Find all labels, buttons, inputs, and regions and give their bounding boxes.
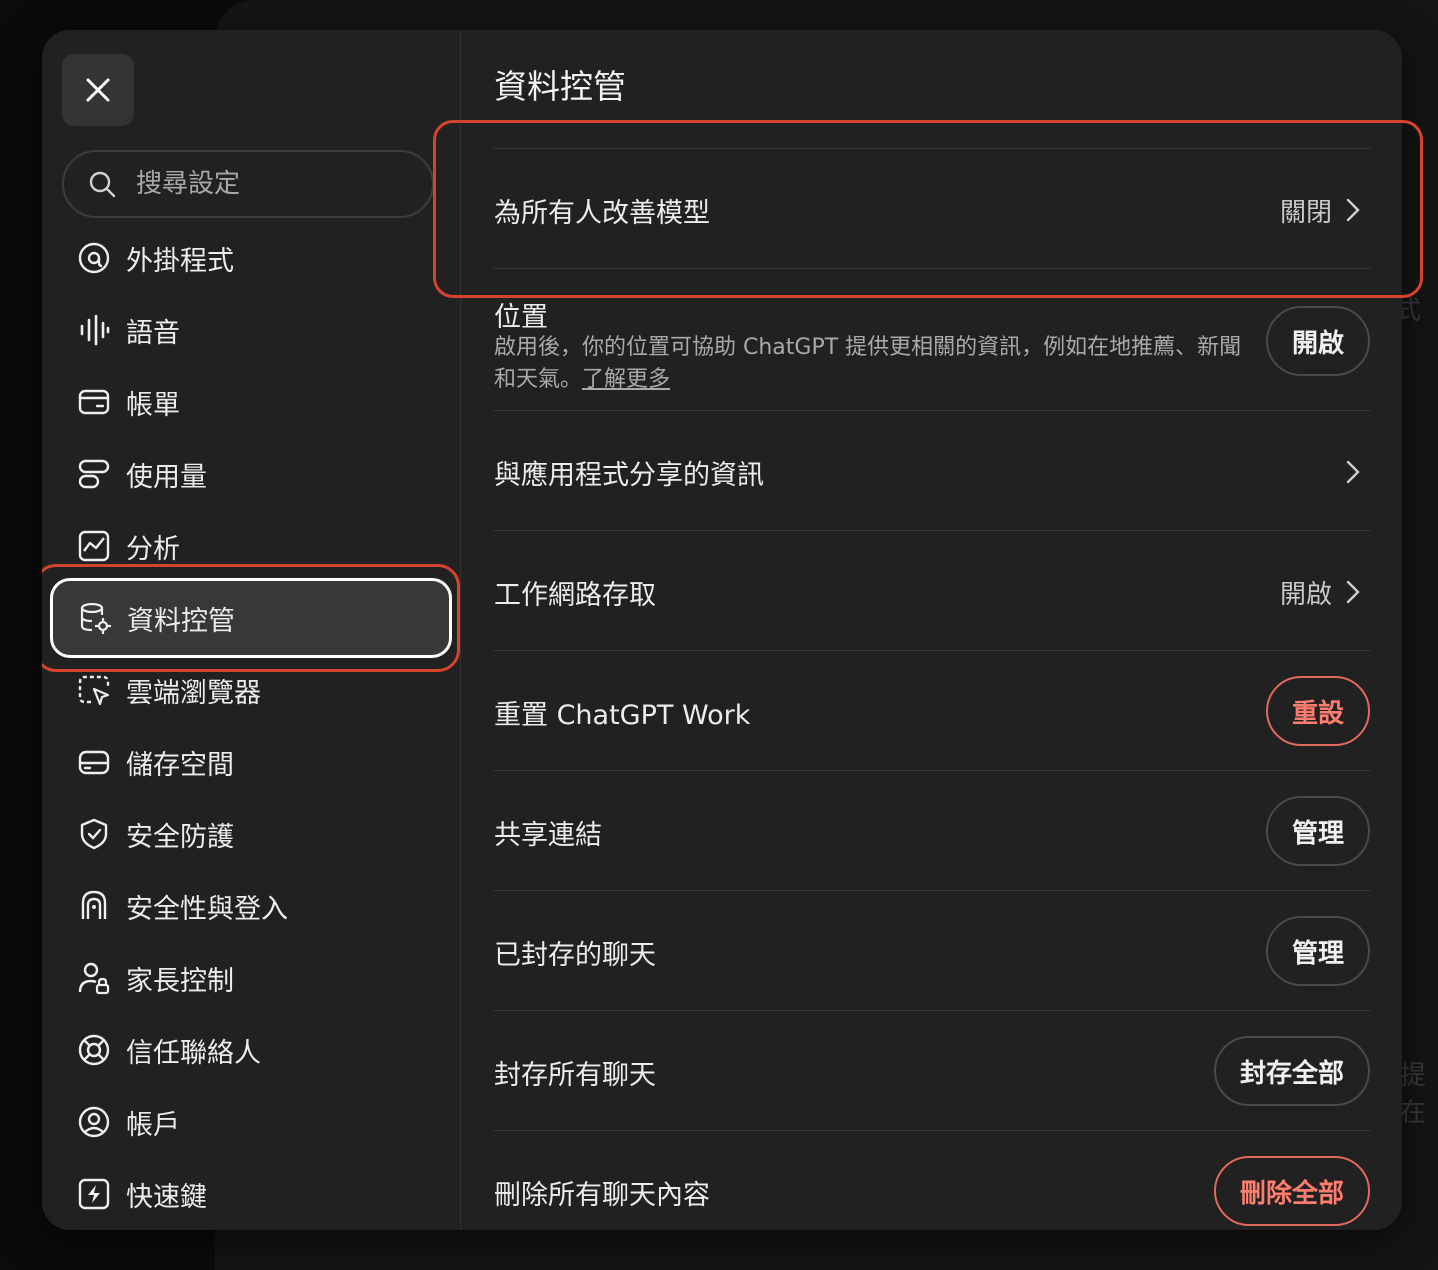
sidebar-item-shortcuts[interactable]: 快速鍵 — [52, 1158, 450, 1230]
app-sharing-row[interactable]: 與應用程式分享的資訊 — [494, 440, 1370, 504]
location-toggle-button[interactable]: 開啟 — [1265, 306, 1370, 376]
sidebar-item-cloud-browser[interactable]: 雲端瀏覽器 — [52, 654, 450, 726]
sidebar-item-label: 資料控管 — [127, 605, 235, 637]
sidebar-item-label: 帳單 — [126, 389, 180, 421]
divider — [494, 650, 1370, 651]
user-circle-icon — [76, 1104, 112, 1140]
sidebar-item-account[interactable]: 帳戶 — [52, 1086, 450, 1158]
sidebar-item-label: 語音 — [126, 317, 180, 349]
archived-chats-row: 已封存的聊天 — [494, 920, 1370, 984]
lock-face-icon — [76, 888, 112, 924]
sidebar-item-trusted-contacts[interactable]: 信任聯絡人 — [52, 1014, 450, 1086]
browser-cursor-icon — [76, 672, 112, 708]
search-icon — [89, 171, 116, 198]
learn-more-link[interactable]: 了解更多 — [582, 367, 670, 392]
divider — [494, 530, 1370, 531]
divider — [494, 148, 1370, 149]
sidebar-item-storage[interactable]: 儲存空間 — [52, 726, 450, 798]
sidebar-item-parental-controls[interactable]: 家長控制 — [52, 942, 450, 1014]
sidebar-item-label: 安全防護 — [126, 821, 234, 853]
background-text: 提在 — [1400, 1061, 1427, 1128]
analytics-icon — [76, 528, 112, 564]
sidebar-item-label: 分析 — [126, 533, 180, 565]
divider — [494, 268, 1370, 269]
reset-button[interactable]: 重設 — [1265, 676, 1370, 746]
sidebar-item-plugins[interactable]: 外掛程式 — [52, 222, 450, 294]
shared-links-label: 共享連結 — [494, 819, 602, 851]
divider — [494, 410, 1370, 411]
location-label: 位置 — [494, 301, 548, 333]
sidebar-item-label: 信任聯絡人 — [126, 1037, 261, 1069]
shield-icon — [76, 816, 112, 852]
search-field[interactable] — [62, 150, 434, 218]
sidebar-item-data-controls[interactable]: 資料控管 — [50, 578, 452, 658]
sidebar-item-label: 家長控制 — [126, 965, 234, 997]
settings-sidebar: 外掛程式 語音 帳單 使用量 — [42, 30, 461, 1230]
improve-model-row[interactable]: 為所有人改善模型 關閉 — [494, 178, 1370, 242]
archive-all-label: 封存所有聊天 — [494, 1059, 656, 1091]
reset-work-label: 重置 ChatGPT Work — [494, 699, 751, 731]
close-icon — [86, 78, 110, 102]
manage-archived-chats-button[interactable]: 管理 — [1265, 916, 1370, 986]
sidebar-item-billing[interactable]: 帳單 — [52, 366, 450, 438]
work-network-value: 開啟 — [1279, 579, 1332, 610]
sidebar-item-analytics[interactable]: 分析 — [52, 510, 450, 582]
work-network-row[interactable]: 工作網路存取 開啟 — [494, 560, 1370, 624]
parent-lock-icon — [76, 960, 112, 996]
database-gear-icon — [77, 600, 113, 636]
divider — [494, 770, 1370, 771]
archived-chats-label: 已封存的聊天 — [494, 939, 656, 971]
sidebar-item-label: 儲存空間 — [126, 749, 234, 781]
location-row: 位置 — [494, 294, 1370, 334]
divider — [494, 890, 1370, 891]
lifebuoy-icon — [76, 1032, 112, 1068]
sidebar-item-label: 外掛程式 — [126, 245, 234, 277]
sidebar-item-label: 使用量 — [126, 461, 207, 493]
sidebar-item-voice[interactable]: 語音 — [52, 294, 450, 366]
chevron-right-icon — [1346, 460, 1360, 484]
manage-shared-links-button[interactable]: 管理 — [1265, 796, 1370, 866]
reset-work-row: 重置 ChatGPT Work — [494, 680, 1370, 744]
sidebar-item-security-login[interactable]: 安全性與登入 — [52, 870, 450, 942]
location-description: 啟用後，你的位置可協助 ChatGPT 提供更相關的資訊，例如在地推薦、新聞和天… — [494, 332, 1254, 396]
storage-icon — [76, 744, 112, 780]
improve-model-label: 為所有人改善模型 — [494, 197, 710, 229]
usage-icon — [76, 456, 112, 492]
plugin-icon — [76, 240, 112, 276]
work-network-label: 工作網路存取 — [494, 579, 656, 611]
app-sharing-label: 與應用程式分享的資訊 — [494, 459, 764, 491]
delete-all-button[interactable]: 刪除全部 — [1213, 1156, 1370, 1226]
credit-card-icon — [76, 384, 112, 420]
sidebar-item-label: 安全性與登入 — [126, 893, 288, 925]
divider — [494, 1010, 1370, 1011]
search-input[interactable] — [134, 168, 398, 200]
sidebar-item-label: 雲端瀏覽器 — [126, 677, 261, 709]
delete-all-label: 刪除所有聊天內容 — [494, 1179, 710, 1211]
waveform-icon — [76, 312, 112, 348]
sidebar-item-usage[interactable]: 使用量 — [52, 438, 450, 510]
chevron-right-icon — [1346, 198, 1360, 222]
page-title: 資料控管 — [494, 67, 626, 106]
data-controls-panel: 資料控管 為所有人改善模型 關閉 位置 啟用後，你的位置可協助 ChatGPT … — [494, 30, 1370, 1230]
divider — [494, 1130, 1370, 1131]
improve-model-value: 關閉 — [1279, 197, 1332, 228]
sidebar-item-security-protection[interactable]: 安全防護 — [52, 798, 450, 870]
lightning-icon — [76, 1176, 112, 1212]
chevron-right-icon — [1346, 580, 1360, 604]
archive-all-button[interactable]: 封存全部 — [1213, 1036, 1370, 1106]
settings-dialog: 外掛程式 語音 帳單 使用量 — [42, 30, 1402, 1230]
sidebar-item-label: 快速鍵 — [126, 1181, 207, 1213]
sidebar-item-label: 帳戶 — [126, 1109, 180, 1141]
close-button[interactable] — [62, 54, 134, 126]
shared-links-row: 共享連結 — [494, 800, 1370, 864]
